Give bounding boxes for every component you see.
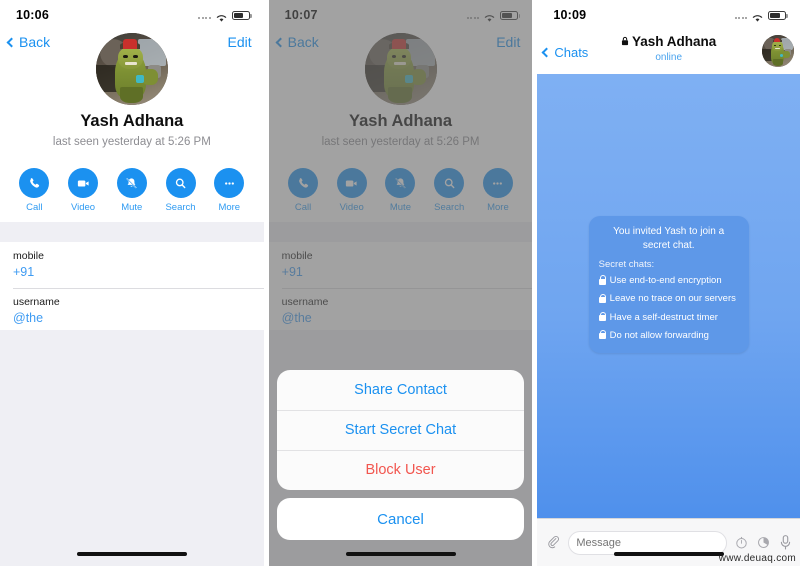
search-input[interactable] bbox=[576, 536, 720, 549]
lock-icon bbox=[598, 293, 607, 303]
start-secret-chat-button[interactable]: Start Secret Chat bbox=[276, 410, 525, 450]
action-video[interactable]: Video bbox=[68, 168, 99, 213]
back-button[interactable]: Back bbox=[6, 34, 51, 50]
search-icon bbox=[165, 168, 196, 198]
edit-button[interactable]: Edit bbox=[228, 34, 252, 50]
ellipsis-icon bbox=[214, 168, 245, 198]
panel-action-sheet: 10:07 Back Edit bbox=[268, 0, 533, 566]
action-sheet: Share Contact Start Secret Chat Block Us… bbox=[276, 370, 525, 540]
self-destruct-timer-icon[interactable] bbox=[756, 535, 771, 550]
list-item: Have a self-destruct timer bbox=[598, 311, 739, 325]
watermark: www.deuaq.com bbox=[718, 553, 797, 564]
chat-title-text: Yash Adhana bbox=[632, 34, 717, 49]
bubble-title: You invited Yash to join a secret chat. bbox=[613, 226, 725, 251]
three-panel-screenshot: 10:06 Back Edit Yash Adhana last seen ye… bbox=[0, 0, 800, 566]
profile-action-row: Call Video Mute Search More bbox=[0, 168, 264, 213]
action-search[interactable]: Search bbox=[165, 168, 196, 213]
chats-back-button[interactable]: Chats bbox=[541, 44, 589, 60]
action-more-label: More bbox=[218, 202, 241, 213]
chat-title-row: Yash Adhana bbox=[621, 34, 716, 49]
info-label: username bbox=[13, 296, 60, 308]
video-camera-icon bbox=[68, 168, 99, 198]
lock-icon bbox=[621, 34, 629, 49]
home-indicator[interactable] bbox=[76, 552, 187, 556]
secret-chat-info-bubble: You invited Yash to join a secret chat. … bbox=[588, 216, 749, 353]
feature-label: Have a self-destruct timer bbox=[609, 311, 718, 323]
chats-back-label: Chats bbox=[554, 44, 589, 60]
lock-icon bbox=[598, 330, 607, 340]
table-row[interactable]: username @the bbox=[0, 288, 264, 334]
wifi-icon bbox=[215, 10, 228, 22]
signal-dots-icon bbox=[198, 11, 211, 19]
status-indicators bbox=[734, 10, 789, 22]
action-sheet-options: Share Contact Start Secret Chat Block Us… bbox=[276, 370, 525, 490]
chat-message-area: You invited Yash to join a secret chat. … bbox=[537, 74, 800, 518]
lock-icon bbox=[598, 311, 607, 322]
chat-nav-bar: Chats Yash Adhana online bbox=[537, 30, 800, 74]
feature-label: Do not allow forwarding bbox=[609, 329, 709, 341]
list-item: Do not allow forwarding bbox=[598, 329, 739, 343]
message-input-field[interactable] bbox=[568, 530, 728, 555]
status-bar: 10:09 bbox=[537, 0, 800, 30]
cancel-button[interactable]: Cancel bbox=[276, 498, 525, 540]
list-item: Use end-to-end encryption bbox=[598, 274, 739, 288]
status-indicators bbox=[198, 10, 252, 22]
action-call-label: Call bbox=[26, 202, 43, 213]
bell-slash-icon bbox=[116, 168, 147, 198]
action-call[interactable]: Call bbox=[19, 168, 50, 213]
section-spacer bbox=[0, 222, 264, 242]
phone-icon bbox=[19, 168, 50, 198]
share-contact-button[interactable]: Share Contact bbox=[277, 370, 525, 410]
table-row[interactable]: mobile +91 bbox=[0, 242, 264, 288]
microphone-icon[interactable] bbox=[779, 534, 792, 551]
chevron-left-icon bbox=[541, 47, 552, 57]
lock-icon bbox=[598, 275, 607, 285]
stopwatch-icon[interactable] bbox=[734, 535, 749, 550]
list-filler bbox=[0, 330, 264, 566]
panel-secret-chat: 10:09 Chats Yash Adhana online You invit… bbox=[537, 0, 800, 566]
feature-label: Leave no trace on our servers bbox=[609, 293, 736, 305]
hulk-gladiator-avatar[interactable] bbox=[762, 35, 795, 67]
home-indicator[interactable] bbox=[613, 552, 724, 556]
back-label: Back bbox=[19, 34, 51, 50]
profile-subtitle: last seen yesterday at 5:26 PM bbox=[52, 136, 211, 148]
action-more[interactable]: More bbox=[214, 168, 245, 213]
info-value[interactable]: @the bbox=[13, 311, 251, 325]
action-video-label: Video bbox=[70, 202, 96, 213]
battery-icon bbox=[768, 10, 789, 20]
bubble-subtitle: Secret chats: bbox=[598, 259, 655, 270]
info-label: mobile bbox=[13, 250, 44, 262]
signal-dots-icon bbox=[734, 11, 748, 19]
action-mute-label: Mute bbox=[121, 202, 143, 213]
block-user-button[interactable]: Block User bbox=[276, 450, 525, 490]
panel-profile: 10:06 Back Edit Yash Adhana last seen ye… bbox=[0, 0, 264, 566]
battery-icon bbox=[231, 10, 252, 20]
feature-label: Use end-to-end encryption bbox=[609, 275, 722, 286]
chevron-left-icon bbox=[6, 37, 17, 47]
list-item: Leave no trace on our servers bbox=[598, 292, 739, 306]
action-mute[interactable]: Mute bbox=[116, 168, 147, 213]
action-search-label: Search bbox=[165, 202, 196, 213]
contact-info-list: mobile +91 username @the bbox=[0, 242, 264, 334]
status-time: 10:09 bbox=[553, 8, 587, 22]
paperclip-icon[interactable] bbox=[545, 535, 561, 551]
profile-nav-bar: Back Edit bbox=[0, 30, 264, 60]
status-bar: 10:06 bbox=[0, 0, 264, 30]
status-time: 10:06 bbox=[16, 8, 49, 22]
page-title: Yash Adhana bbox=[80, 112, 184, 130]
home-indicator[interactable] bbox=[345, 552, 456, 556]
wifi-icon bbox=[751, 10, 764, 22]
info-value[interactable]: +91 bbox=[13, 265, 251, 279]
